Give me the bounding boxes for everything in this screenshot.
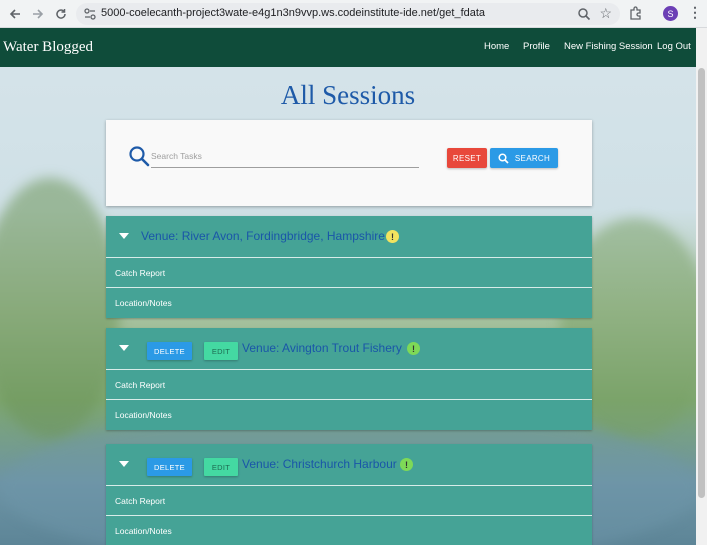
search-button[interactable]: SEARCH — [490, 148, 558, 168]
browser-menu-icon[interactable]: ⋮ — [688, 4, 702, 24]
nav-link-new-fishing-session[interactable]: New Fishing Session — [564, 41, 653, 52]
delete-button[interactable]: DELETE — [147, 342, 192, 360]
bookmark-star-icon[interactable]: ☆ — [599, 5, 612, 22]
profile-avatar[interactable]: S — [663, 6, 678, 21]
delete-button[interactable]: DELETE — [147, 458, 192, 476]
background-trees-left — [0, 178, 120, 438]
page-title: All Sessions — [280, 80, 416, 110]
page-viewport: Water Blogged Home Profile New Fishing S… — [0, 28, 707, 545]
site-info-icon[interactable] — [82, 6, 98, 22]
location-notes-row[interactable]: Location/Notes — [106, 400, 592, 430]
nav-link-home[interactable]: Home — [484, 41, 509, 52]
exclamation-icon: ! — [407, 342, 420, 355]
reset-button[interactable]: RESET — [447, 148, 487, 168]
location-notes-row[interactable]: Location/Notes — [106, 288, 592, 318]
search-button-icon — [498, 152, 509, 164]
session-venue: Venue: Avington Trout Fishery — [242, 341, 402, 355]
brand-logo[interactable]: Water Blogged — [3, 39, 93, 56]
search-card: Search Tasks RESET SEARCH — [106, 120, 592, 206]
zoom-icon[interactable] — [576, 6, 592, 22]
search-button-label: SEARCH — [514, 153, 551, 163]
session-header[interactable]: DELETE EDIT Venue: Christchurch Harbour … — [106, 444, 592, 486]
edit-button[interactable]: EDIT — [204, 458, 238, 476]
back-arrow-icon[interactable] — [5, 4, 25, 24]
search-input[interactable]: Search Tasks — [151, 147, 419, 168]
forward-arrow-icon[interactable] — [28, 4, 48, 24]
session-card: DELETE EDIT Venue: Christchurch Harbour … — [106, 444, 592, 545]
exclamation-icon: ! — [400, 458, 413, 471]
nav-link-log-out[interactable]: Log Out — [657, 41, 691, 52]
scrollbar-thumb[interactable] — [698, 68, 705, 498]
extensions-icon[interactable] — [628, 5, 644, 21]
exclamation-icon: ! — [386, 230, 399, 243]
catch-report-row[interactable]: Catch Report — [106, 486, 592, 516]
reload-icon[interactable] — [51, 4, 71, 24]
edit-button[interactable]: EDIT — [204, 342, 238, 360]
page-scrollbar[interactable] — [696, 28, 707, 545]
nav-link-profile[interactable]: Profile — [523, 41, 550, 52]
url-text[interactable]: 5000-coelecanth-project3wate-e4g1n3n9vvp… — [101, 7, 485, 19]
session-card: DELETE EDIT Venue: Avington Trout Fisher… — [106, 328, 592, 430]
search-icon — [128, 145, 150, 167]
browser-toolbar: 5000-coelecanth-project3wate-e4g1n3n9vvp… — [0, 0, 707, 28]
session-header[interactable]: Venue: River Avon, Fordingbridge, Hampsh… — [106, 216, 592, 258]
address-bar[interactable]: 5000-coelecanth-project3wate-e4g1n3n9vvp… — [76, 3, 620, 25]
catch-report-row[interactable]: Catch Report — [106, 370, 592, 400]
expand-caret-icon[interactable] — [119, 233, 129, 239]
catch-report-row[interactable]: Catch Report — [106, 258, 592, 288]
session-header[interactable]: DELETE EDIT Venue: Avington Trout Fisher… — [106, 328, 592, 370]
expand-caret-icon[interactable] — [119, 461, 129, 467]
session-venue: Venue: River Avon, Fordingbridge, Hampsh… — [141, 229, 385, 243]
expand-caret-icon[interactable] — [119, 345, 129, 351]
location-notes-row[interactable]: Location/Notes — [106, 516, 592, 545]
session-venue: Venue: Christchurch Harbour — [242, 457, 397, 471]
top-navbar: Water Blogged Home Profile New Fishing S… — [0, 28, 696, 67]
session-card: Venue: River Avon, Fordingbridge, Hampsh… — [106, 216, 592, 318]
